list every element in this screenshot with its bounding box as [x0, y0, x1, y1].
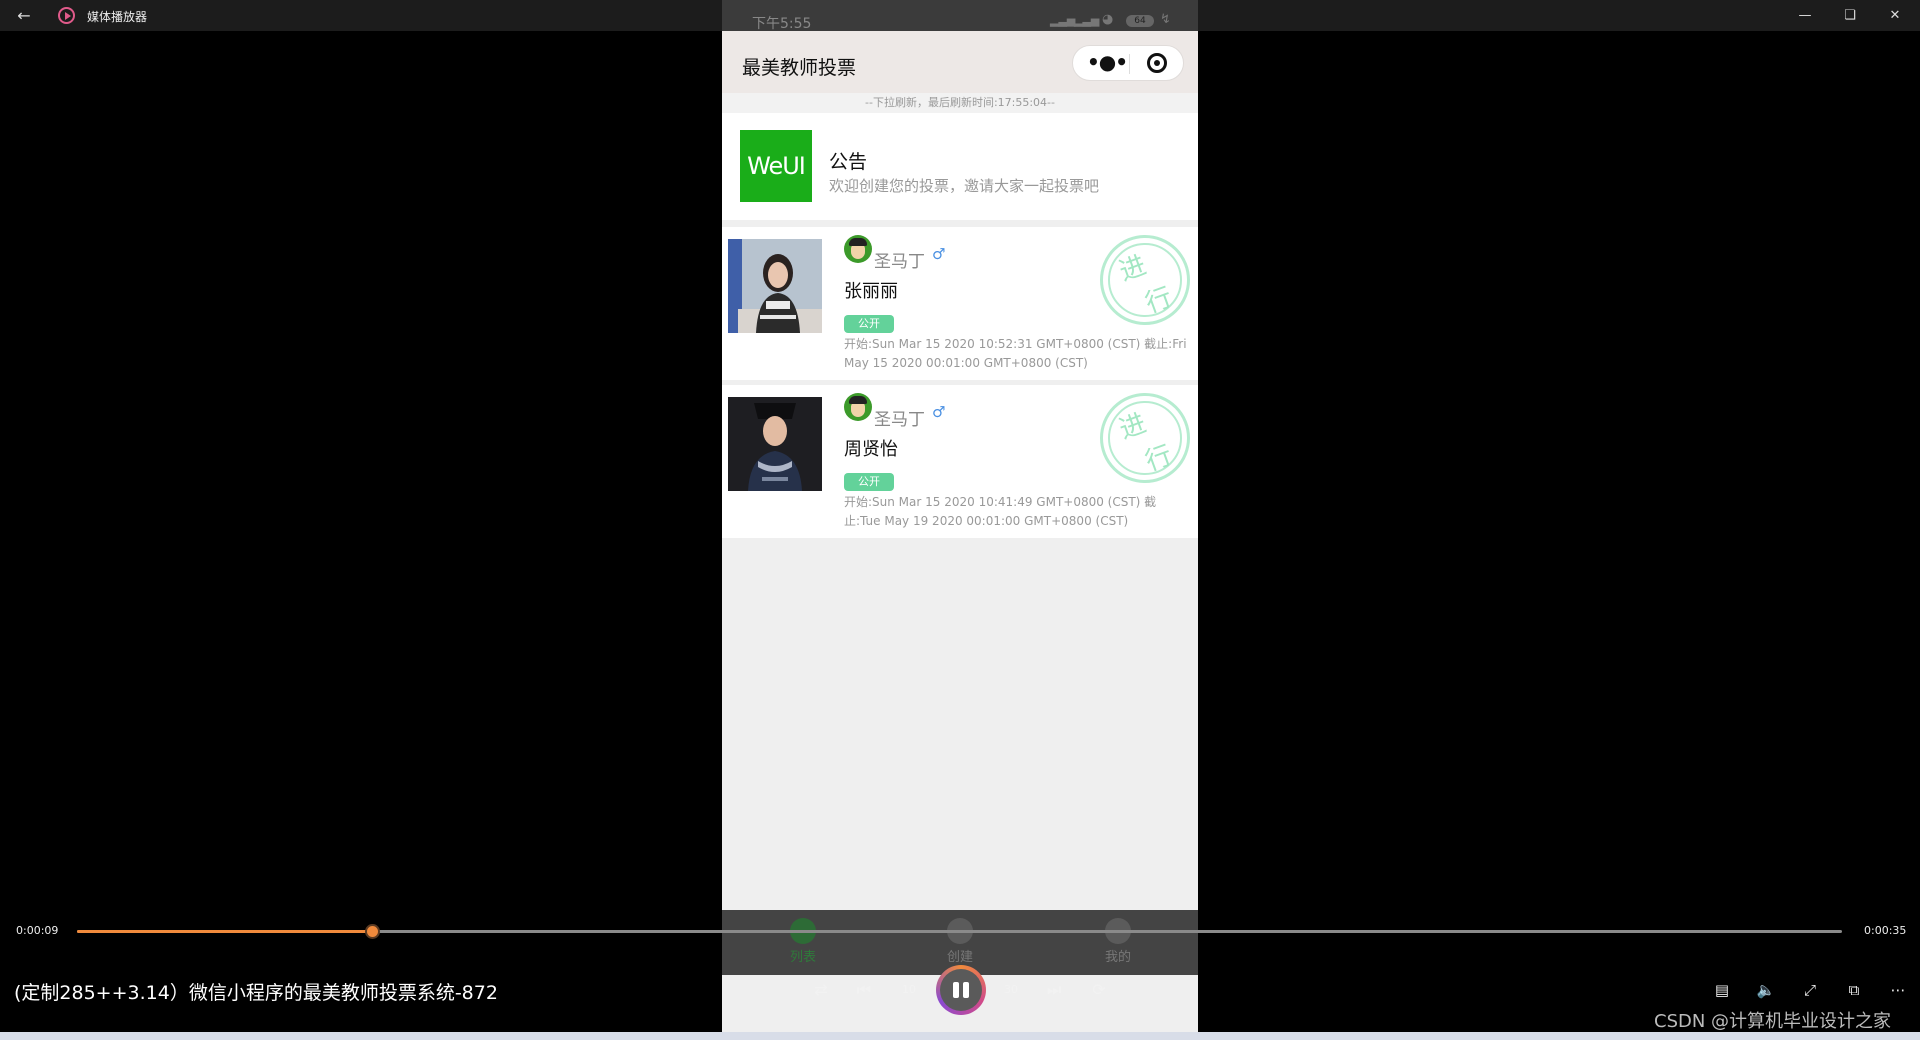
skip-back-icon[interactable]: 10 — [895, 978, 923, 1002]
seek-bar[interactable] — [77, 924, 1842, 939]
pause-icon — [940, 969, 982, 1011]
phone-screen: 下午5:55 ▂▃▅ ▂▃▅ ◕ 64 ↯ 最美教师投票 •●• --下拉刷新，… — [722, 0, 1198, 1040]
pull-refresh-hint: --下拉刷新，最后刷新时间:17:55:04-- — [722, 93, 1198, 113]
vote-dates: 开始:Sun Mar 15 2020 10:52:31 GMT+0800 (CS… — [844, 337, 1187, 370]
announcement-panel[interactable]: WeUI 公告 欢迎创建您的投票，邀请大家一起投票吧 — [722, 113, 1198, 220]
restore-icon[interactable]: ❏ — [1835, 5, 1865, 27]
creator-avatar — [844, 235, 872, 263]
total-duration: 0:00:35 — [1864, 924, 1907, 937]
vote-card[interactable]: 圣马丁 ♂ 张丽丽 公开 开始:Sun Mar 15 2020 10:52:31… — [722, 227, 1198, 380]
mini-player-icon[interactable]: ⧉ — [1840, 978, 1868, 1002]
weui-logo: WeUI — [740, 130, 812, 202]
status-time: 下午5:55 — [752, 16, 812, 32]
tab-label: 我的 — [1104, 950, 1131, 965]
repeat-off-icon[interactable]: ⟳ — [1085, 978, 1113, 1002]
minimize-icon[interactable]: — — [1790, 5, 1820, 27]
tab-mine[interactable]: 我的 — [1078, 918, 1158, 965]
charging-icon: ↯ — [1160, 12, 1171, 27]
close-icon[interactable]: ✕ — [1880, 5, 1910, 27]
candidate-name: 周贤怡 — [844, 439, 898, 460]
creator-name: 圣马丁 — [874, 410, 925, 430]
stamp-char: 进 — [1115, 408, 1151, 446]
status-bar: 下午5:55 ▂▃▅ ▂▃▅ ◕ 64 ↯ — [722, 0, 1198, 32]
public-badge: 公开 — [844, 315, 894, 333]
teacher-photo — [728, 397, 822, 491]
taskbar-edge — [0, 1032, 1920, 1040]
pause-bar — [963, 982, 969, 998]
stamp-char: 行 — [1141, 440, 1177, 478]
vote-dates: 开始:Sun Mar 15 2020 10:41:49 GMT+0800 (CS… — [844, 495, 1157, 528]
seek-bar-fill — [77, 930, 372, 933]
back-arrow-icon[interactable]: ← — [14, 6, 34, 26]
in-progress-stamp: 进 行 — [1100, 393, 1190, 483]
vote-card[interactable]: 圣马丁 ♂ 周贤怡 公开 开始:Sun Mar 15 2020 10:41:49… — [722, 385, 1198, 538]
video-title: (定制285++3.14）微信小程序的最美教师投票系统-872 — [14, 982, 498, 1004]
seek-thumb[interactable] — [364, 924, 380, 939]
stamp-char: 行 — [1141, 282, 1177, 320]
elapsed-time: 0:00:09 — [16, 924, 59, 937]
next-icon[interactable]: ⏭ — [1040, 978, 1068, 1002]
more-options-icon[interactable]: ⋯ — [1884, 978, 1912, 1002]
more-icon[interactable]: •●• — [1087, 49, 1128, 75]
fullscreen-icon[interactable]: ⤢ — [1796, 978, 1824, 1002]
tab-label: 创建 — [946, 950, 973, 965]
tab-list[interactable]: 列表 — [763, 918, 843, 965]
creator-avatar — [844, 393, 872, 421]
pause-button[interactable] — [936, 965, 986, 1015]
creator-name: 圣马丁 — [874, 252, 925, 272]
announcement-desc: 欢迎创建您的投票，邀请大家一起投票吧 — [829, 177, 1100, 195]
page-title: 最美教师投票 — [742, 57, 857, 79]
male-icon: ♂ — [932, 245, 946, 263]
battery-icon: 64 — [1126, 15, 1154, 27]
capsule-menu: •●• — [1072, 45, 1184, 81]
in-progress-stamp: 进 行 — [1100, 235, 1190, 325]
male-icon: ♂ — [932, 403, 946, 421]
announcement-title: 公告 — [829, 151, 868, 173]
tab-label: 列表 — [789, 950, 816, 965]
subtitles-icon[interactable]: ▤ — [1708, 978, 1736, 1002]
stamp-char: 进 — [1115, 250, 1151, 288]
public-badge: 公开 — [844, 473, 894, 491]
signal-icon: ▂▃▅ — [1050, 14, 1076, 27]
window-title: 媒体播放器 — [87, 10, 148, 24]
teacher-photo — [728, 239, 822, 333]
capsule-divider — [1129, 54, 1130, 74]
wifi-icon: ◕ — [1102, 12, 1114, 27]
tab-create[interactable]: 创建 — [920, 918, 1000, 965]
previous-icon[interactable]: ⏮ — [850, 978, 878, 1002]
candidate-name: 张丽丽 — [844, 281, 898, 302]
media-player-app-icon — [58, 7, 75, 24]
pause-bar — [953, 982, 959, 998]
skip-forward-icon[interactable]: 30 — [997, 978, 1025, 1002]
close-mini-program-icon[interactable] — [1147, 53, 1167, 73]
volume-icon[interactable]: 🔈 — [1752, 978, 1780, 1002]
mini-program-nav-bar: 最美教师投票 •●• — [722, 31, 1198, 93]
shuffle-icon[interactable]: ⇄ — [807, 978, 835, 1002]
csdn-watermark: CSDN @计算机毕业设计之家 — [1654, 1011, 1892, 1032]
signal-icon-2: ▂▃▅ — [1074, 14, 1100, 27]
